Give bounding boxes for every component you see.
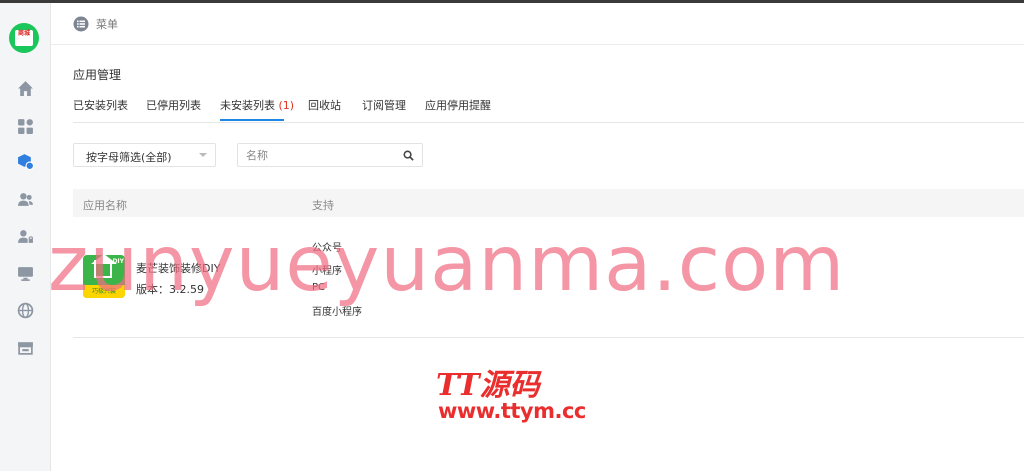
search-input[interactable] — [246, 147, 396, 163]
tab-disable-reminder[interactable]: 应用停用提醒 — [425, 97, 491, 113]
users-icon[interactable] — [15, 189, 35, 209]
user-lock-icon[interactable] — [15, 226, 35, 246]
home-icon[interactable] — [15, 78, 35, 98]
watermark-url: www.ttym.cc — [438, 399, 586, 423]
apps-grid-icon[interactable] — [15, 116, 35, 136]
active-tab-indicator — [220, 119, 284, 121]
tab-label: 未安装列表 — [220, 99, 275, 112]
column-header-support: 支持 — [312, 199, 334, 212]
top-header: 菜单 — [51, 3, 1024, 45]
tab-not-installed[interactable]: 未安装列表 (1) — [220, 97, 294, 113]
select-value: 按字母筛选(全部) — [86, 151, 172, 164]
tab-disabled[interactable]: 已停用列表 — [146, 97, 201, 113]
search-icon[interactable] — [403, 150, 414, 161]
app-cube-icon[interactable] — [15, 151, 35, 171]
tab-label: 应用停用提醒 — [425, 99, 491, 112]
tab-count-badge: (1) — [278, 99, 295, 112]
chevron-down-icon — [199, 153, 207, 157]
monitor-icon[interactable] — [15, 263, 35, 283]
tab-label: 订阅管理 — [362, 99, 406, 112]
table-header: 应用名称 支持 — [73, 189, 1024, 217]
menu-label[interactable]: 菜单 — [96, 16, 118, 32]
tab-recycle-bin[interactable]: 回收站 — [308, 97, 341, 113]
watermark-text: zunyueyuanma.com — [48, 220, 846, 309]
store-icon[interactable] — [15, 337, 35, 357]
tab-label: 已安装列表 — [73, 99, 128, 112]
app-logo[interactable]: 商城 — [9, 23, 39, 53]
tab-installed[interactable]: 已安装列表 — [73, 97, 128, 113]
sidebar: 商城 — [0, 3, 51, 471]
menu-icon[interactable] — [73, 16, 89, 32]
letter-filter-select[interactable]: 按字母筛选(全部) — [73, 143, 216, 167]
tab-label: 已停用列表 — [146, 99, 201, 112]
globe-icon[interactable] — [15, 300, 35, 320]
search-box — [237, 143, 423, 167]
column-header-app-name: 应用名称 — [83, 199, 127, 212]
tab-label: 回收站 — [308, 99, 341, 112]
tab-subscription[interactable]: 订阅管理 — [362, 97, 406, 113]
watermark-logo: TT源码 — [436, 368, 540, 403]
logo-text: 商城 — [15, 30, 33, 46]
tab-bar: 已安装列表 已停用列表 未安装列表 (1) 回收站 订阅管理 应用停用提醒 — [73, 89, 1024, 123]
page-title: 应用管理 — [73, 68, 122, 82]
